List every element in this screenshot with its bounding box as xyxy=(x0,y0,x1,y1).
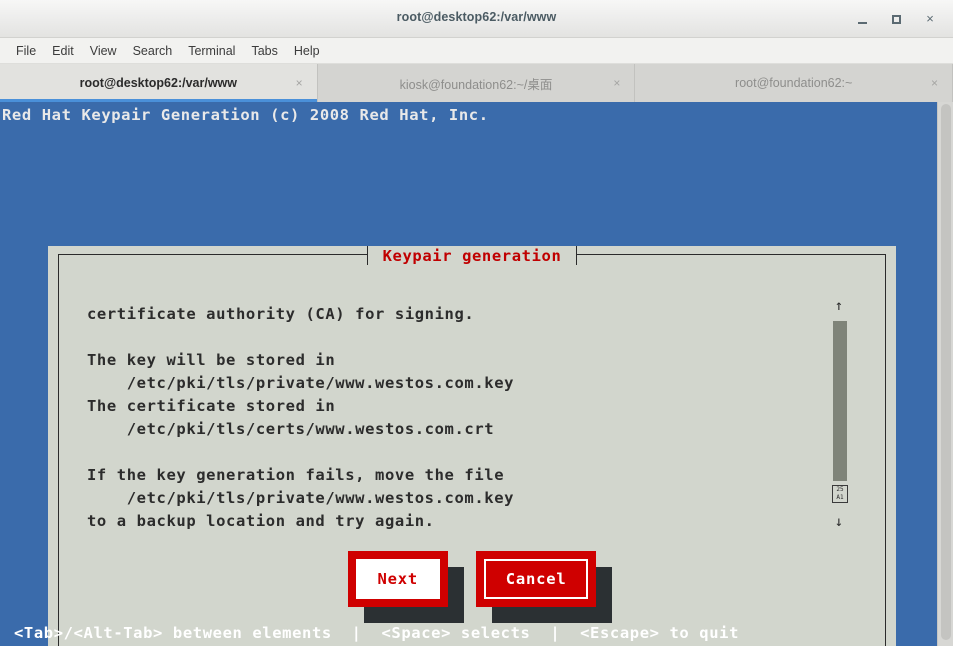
dialog-button-row: Next Cancel xyxy=(59,551,885,623)
menu-item-help[interactable]: Help xyxy=(286,42,328,60)
dialog-frame: Keypair generation certificate authority… xyxy=(58,246,886,646)
minimize-button[interactable] xyxy=(851,8,873,30)
scroll-up-arrow-icon[interactable]: ↑ xyxy=(829,299,849,313)
terminal-screen[interactable]: Red Hat Keypair Generation (c) 2008 Red … xyxy=(0,102,953,646)
maximize-button[interactable] xyxy=(885,8,907,30)
menu-item-file[interactable]: File xyxy=(8,42,44,60)
program-header-line: Red Hat Keypair Generation (c) 2008 Red … xyxy=(2,106,489,124)
next-button-label: Next xyxy=(377,570,419,588)
glyph-code-bottom: A1 xyxy=(836,494,844,501)
next-button-wrapper: Next xyxy=(347,551,465,623)
keypair-generation-dialog: Keypair generation certificate authority… xyxy=(48,246,896,646)
tab-bar: root@desktop62:/var/www × kiosk@foundati… xyxy=(0,64,953,102)
dialog-scrollbar[interactable]: ↑ 25 A1 ↓ xyxy=(829,299,849,529)
tab-label: root@desktop62:/var/www xyxy=(79,76,238,90)
menu-bar: File Edit View Search Terminal Tabs Help xyxy=(0,38,953,64)
maximize-icon xyxy=(891,15,901,24)
cancel-button[interactable]: Cancel xyxy=(475,551,597,607)
tab-root-desktop62-var-www[interactable]: root@desktop62:/var/www × xyxy=(0,64,318,102)
next-button[interactable]: Next xyxy=(347,551,449,607)
menu-item-search[interactable]: Search xyxy=(125,42,181,60)
cancel-button-label: Cancel xyxy=(505,570,567,588)
program-footer-hints: <Tab>/<Alt-Tab> between elements | <Spac… xyxy=(14,624,740,642)
glyph-code-top: 25 xyxy=(836,486,844,493)
tab-close-icon[interactable]: × xyxy=(931,77,938,89)
close-button[interactable]: × xyxy=(919,8,941,30)
tab-close-icon[interactable]: × xyxy=(613,77,620,89)
menu-item-edit[interactable]: Edit xyxy=(44,42,82,60)
scroll-down-arrow-icon[interactable]: ↓ xyxy=(829,515,849,529)
tab-close-icon[interactable]: × xyxy=(296,77,303,89)
terminal-window: root@desktop62:/var/www × File Edit View… xyxy=(0,0,953,646)
tab-label: kiosk@foundation62:~/桌面 xyxy=(399,77,553,92)
terminal-scrollbar-thumb[interactable] xyxy=(941,104,951,640)
dialog-title: Keypair generation xyxy=(366,246,578,265)
dialog-body-text: certificate authority (CA) for signing. … xyxy=(87,305,515,530)
tab-root-foundation62[interactable]: root@foundation62:~ × xyxy=(635,64,953,102)
missing-glyph-box-icon: 25 A1 xyxy=(832,485,848,503)
menu-item-tabs[interactable]: Tabs xyxy=(243,42,285,60)
window-title: root@desktop62:/var/www xyxy=(396,10,557,24)
dialog-title-bar: Keypair generation xyxy=(59,246,885,265)
menu-item-view[interactable]: View xyxy=(82,42,125,60)
minimize-icon xyxy=(857,22,867,24)
terminal-scrollbar[interactable] xyxy=(937,102,953,646)
tab-label: root@foundation62:~ xyxy=(735,76,853,90)
terminal-content: Red Hat Keypair Generation (c) 2008 Red … xyxy=(0,102,937,646)
scrollbar-thumb[interactable] xyxy=(833,321,847,481)
window-titlebar: root@desktop62:/var/www × xyxy=(0,0,953,38)
cancel-button-wrapper: Cancel xyxy=(475,551,613,623)
tab-kiosk-foundation62[interactable]: kiosk@foundation62:~/桌面 × xyxy=(318,64,636,102)
menu-item-terminal[interactable]: Terminal xyxy=(180,42,243,60)
